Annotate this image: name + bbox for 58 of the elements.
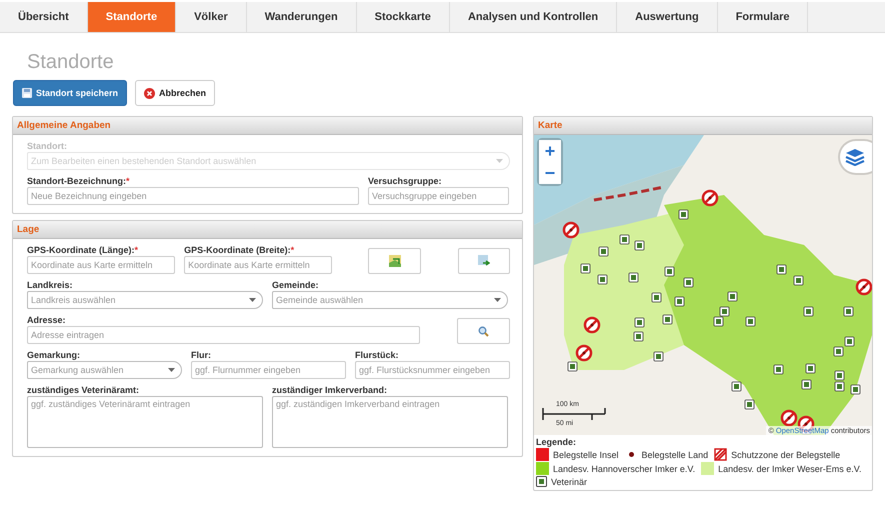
input-field[interactable]: Neue Bezeichnung eingeben xyxy=(27,187,359,205)
map-transfer-button[interactable] xyxy=(458,248,510,274)
input-field[interactable]: Adresse eintragen xyxy=(27,326,420,344)
scale-bar-icon xyxy=(542,408,606,420)
legend-label: Landesv. Hannoverscher Imker e.V. xyxy=(553,464,696,474)
dropdown[interactable]: Gemeinde auswählen xyxy=(272,291,508,309)
nav-tab[interactable]: Auswertung xyxy=(617,2,718,32)
input-field[interactable]: ggf. Flurstücksnummer eingeben xyxy=(355,361,510,379)
legend-label: Belegstelle Insel xyxy=(553,450,619,460)
caret-icon xyxy=(249,298,256,302)
cancel-button[interactable]: Abbrechen xyxy=(135,80,216,106)
map-pick-button[interactable] xyxy=(368,248,421,274)
layers-button[interactable] xyxy=(840,141,872,173)
page-title: Standorte xyxy=(27,51,115,74)
nav-tab[interactable]: Analysen und Kontrollen xyxy=(450,2,618,32)
caret-icon xyxy=(168,368,175,372)
legend-label: Schutzzone der Belegstelle xyxy=(731,450,840,460)
search-icon xyxy=(478,326,489,336)
caret-icon xyxy=(494,298,501,302)
nav-tab[interactable]: Völker xyxy=(176,2,247,32)
save-button[interactable]: Standort speichern xyxy=(13,80,128,106)
input-field[interactable]: Koordinate aus Karte ermitteln xyxy=(27,256,176,274)
field-label: GPS-Koordinate (Breite):* xyxy=(184,245,296,255)
field-label: zuständiger Imkerverband: xyxy=(272,385,388,395)
map-icon xyxy=(388,255,401,267)
field-label: zuständiges Veterinäramt: xyxy=(27,385,140,395)
field-label: Gemarkung: xyxy=(27,350,82,360)
input-field[interactable]: Versuchsgruppe eingeben xyxy=(368,187,509,205)
field-label: GPS-Koordinate (Länge):* xyxy=(27,245,140,255)
field-label: Versuchsgruppe: xyxy=(368,176,443,186)
nav-tab[interactable]: Formulare xyxy=(718,2,808,32)
panel-title: Lage xyxy=(13,221,522,239)
nav-tab[interactable]: Stockkarte xyxy=(356,2,450,32)
field-label: Adresse: xyxy=(27,315,67,325)
caret-icon xyxy=(496,159,503,163)
text-area[interactable]: ggf. zuständigen Imkerverband eintragen xyxy=(272,396,508,448)
panel-title: Allgemeine Angaben xyxy=(13,117,522,135)
field-label: Landkreis: xyxy=(27,280,74,290)
panel-title: Karte xyxy=(534,117,872,135)
legend-title: Legende: xyxy=(536,437,578,447)
input-field[interactable]: ggf. Flurnummer eingeben xyxy=(191,361,346,379)
field-label: Standort: xyxy=(27,141,68,151)
legend-label: Landesv. der Imker Weser-Ems e.V. xyxy=(718,464,862,474)
close-icon xyxy=(144,88,156,98)
legend-label: Veterinär xyxy=(551,476,588,486)
layers-icon xyxy=(845,148,865,166)
nav-tab[interactable]: Wanderungen xyxy=(246,2,357,32)
field-label: Flur: xyxy=(191,350,212,360)
legend-label: Belegstelle Land xyxy=(642,450,708,460)
field-label: Gemeinde: xyxy=(272,280,320,290)
field-label: Standort-Bezeichnung:* xyxy=(27,176,131,186)
nav-tab[interactable]: Standorte xyxy=(88,2,176,32)
input-field[interactable]: Koordinate aus Karte ermitteln xyxy=(184,256,332,274)
dropdown[interactable]: Landkreis auswählen xyxy=(27,291,263,309)
dropdown[interactable]: Gemarkung auswählen xyxy=(27,361,182,379)
search-button[interactable] xyxy=(456,318,510,344)
text-area[interactable]: ggf. zuständiges Veterinäramt eintragen xyxy=(27,396,263,448)
field-label: Flurstück: xyxy=(355,350,400,360)
